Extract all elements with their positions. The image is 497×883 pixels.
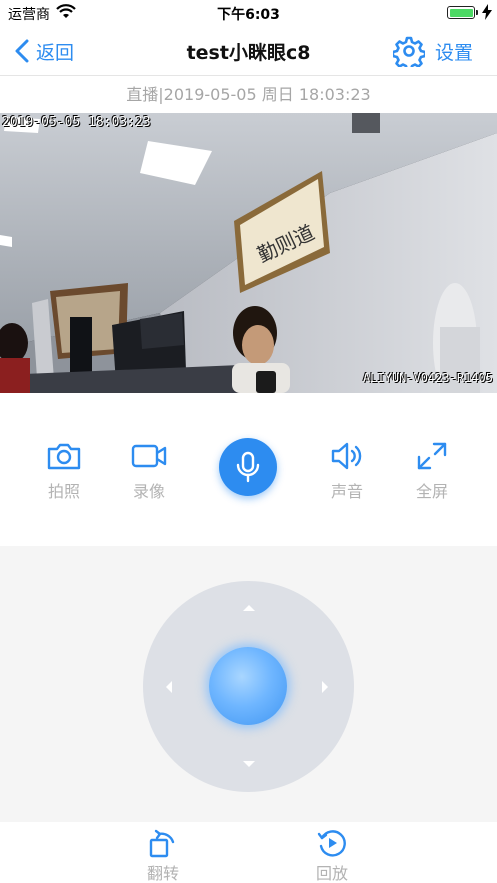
live-status-text: 直播|2019-05-05 周日 18:03:23 xyxy=(126,85,371,104)
speaker-icon xyxy=(331,442,362,470)
camera-scene: 勤则道 xyxy=(0,113,497,393)
arrow-down-icon[interactable] xyxy=(243,761,255,767)
record-label: 录像 xyxy=(132,482,165,501)
photo-button[interactable]: 拍照 xyxy=(34,440,94,502)
control-strip: 拍照 录像 声音 全屏 xyxy=(0,393,497,546)
charging-bolt-icon xyxy=(482,4,492,20)
playback-button[interactable]: 回放 xyxy=(302,828,362,883)
camera-icon xyxy=(47,443,81,470)
video-camera-icon xyxy=(131,444,167,468)
sound-label: 声音 xyxy=(330,482,363,501)
gear-icon xyxy=(392,36,425,67)
battery-icon xyxy=(447,6,475,19)
settings-button[interactable]: 设置 xyxy=(392,34,473,68)
clock: 下午6:03 xyxy=(217,7,280,23)
flip-icon xyxy=(149,829,175,858)
bottom-toolbar: 翻转 回放 xyxy=(0,822,497,883)
record-button[interactable]: 录像 xyxy=(119,440,179,502)
live-video-feed[interactable]: 勤则道 2019-05-05 18:03:23 ALIYUN-V0423-R14… xyxy=(0,113,497,393)
ptz-control-area xyxy=(0,546,497,822)
status-bar: 运营商 下午6:03 xyxy=(0,0,497,26)
talk-button[interactable] xyxy=(219,438,277,496)
arrow-up-icon[interactable] xyxy=(243,605,255,611)
arrow-left-icon[interactable] xyxy=(166,681,172,693)
playback-icon xyxy=(317,830,346,857)
flip-button[interactable]: 翻转 xyxy=(133,828,193,883)
fullscreen-button[interactable]: 全屏 xyxy=(402,440,462,502)
video-device-id-overlay: ALIYUN-V0423-R1405 xyxy=(362,371,493,385)
expand-icon xyxy=(417,442,447,470)
nav-bar: 返回 test小眯眼c8 设置 xyxy=(0,26,497,76)
photo-label: 拍照 xyxy=(47,482,80,501)
playback-label: 回放 xyxy=(315,864,348,883)
arrow-right-icon[interactable] xyxy=(322,681,328,693)
sound-button[interactable]: 声音 xyxy=(317,440,377,502)
microphone-icon xyxy=(236,451,260,483)
ptz-joystick[interactable] xyxy=(143,581,354,792)
joystick-knob[interactable] xyxy=(209,647,287,725)
video-timestamp-overlay: 2019-05-05 18:03:23 xyxy=(2,115,151,130)
settings-label: 设置 xyxy=(434,41,473,64)
flip-label: 翻转 xyxy=(146,864,179,883)
fullscreen-label: 全屏 xyxy=(415,482,448,501)
